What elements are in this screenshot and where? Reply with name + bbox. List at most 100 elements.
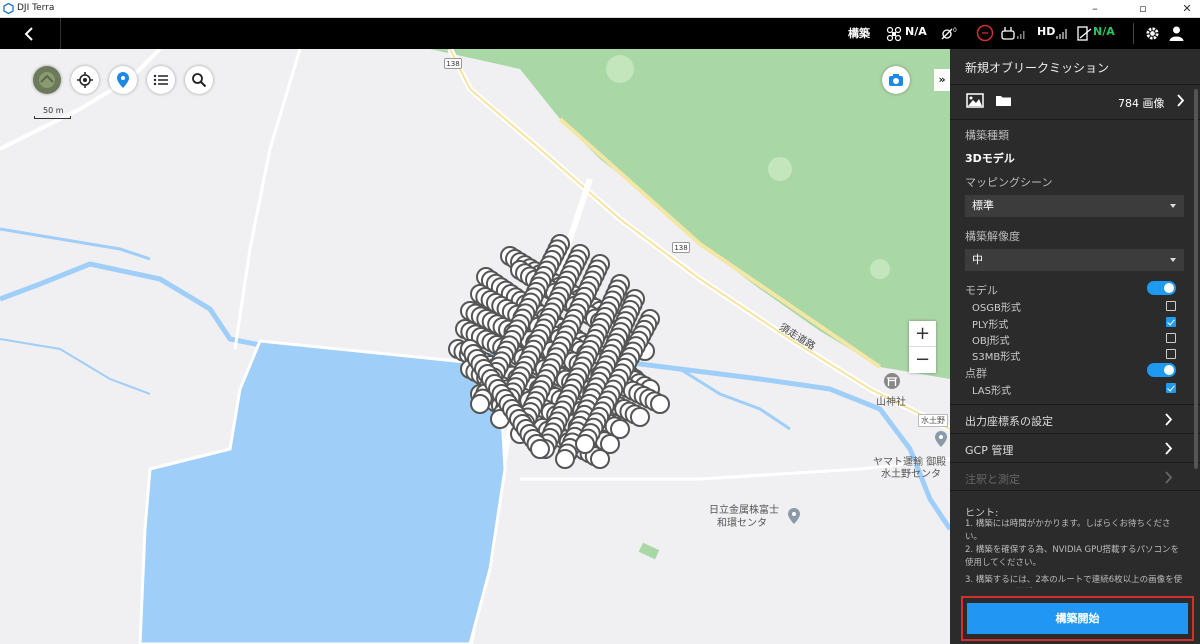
- road-badge: 138: [672, 242, 690, 253]
- resolution-select[interactable]: 中: [965, 249, 1184, 271]
- format-s3mb-checkbox[interactable]: [1166, 349, 1176, 359]
- model-label: モデル: [965, 284, 998, 297]
- gcp-management-label: GCP 管理: [965, 444, 1014, 457]
- hint-item: 1. 構築には時間がかかります。しばらくお待ちください。: [965, 519, 1171, 542]
- hint-item: 3. 構築するには、2本のルートで連続6枚以上の画像を使用することを推奨していま…: [965, 575, 1183, 585]
- format-ply-label: PLY形式: [972, 320, 1009, 331]
- chevron-right-icon: [1165, 442, 1173, 455]
- chevron-left-icon: [24, 27, 33, 41]
- flight-path-point: [590, 449, 610, 469]
- place-label: 和環センタ: [717, 518, 767, 529]
- signal-off-icon: [976, 24, 994, 42]
- place-label: 水土野: [918, 414, 948, 427]
- image-count[interactable]: 784 画像: [1118, 95, 1165, 111]
- list-button[interactable]: [147, 66, 175, 94]
- format-las-checkbox[interactable]: [1166, 383, 1176, 393]
- pointcloud-toggle[interactable]: [1147, 363, 1176, 377]
- format-ply-checkbox[interactable]: [1166, 317, 1176, 327]
- resolution-value: 中: [972, 253, 983, 266]
- caret-down-icon: [1170, 258, 1176, 262]
- coordinate-settings-label: 出力座標系の設定: [965, 415, 1053, 428]
- resolution-label: 構築解像度: [965, 230, 1020, 243]
- road-badge: 138: [444, 58, 462, 69]
- recon-type-value: 3Dモデル: [965, 152, 1015, 165]
- map-pin-button[interactable]: [109, 66, 137, 94]
- signal-bars-icon: [1056, 29, 1067, 39]
- folder-icon[interactable]: [995, 94, 1012, 107]
- model-toggle[interactable]: [1147, 281, 1176, 295]
- flight-path-point: [630, 407, 650, 427]
- satellite-icon: 0: [941, 27, 957, 40]
- flight-path-point: [575, 434, 595, 454]
- pointcloud-label: 点群: [965, 367, 987, 380]
- mission-settings-panel: 新規オブリークミッション 784 画像 構築種類 3Dモデル マッピングシーン …: [950, 49, 1200, 644]
- start-button-highlight: 構築開始: [961, 596, 1194, 641]
- rtk-status: N/A: [1093, 25, 1115, 38]
- remote-controller-icon: [1001, 27, 1025, 40]
- locate-button[interactable]: [71, 66, 99, 94]
- flight-path-point: [470, 394, 490, 414]
- mapping-scene-value: 標準: [972, 199, 994, 212]
- map-view[interactable]: 138 138 須走道路 山神社 水土野 ヤマト運輸 御殿 水土野センタ 日立金…: [0, 49, 950, 644]
- scale-bar: [34, 116, 71, 119]
- drone-status: N/A: [905, 25, 927, 38]
- format-las-label: LAS形式: [972, 386, 1011, 397]
- map-pin-icon: [788, 508, 800, 524]
- shrine-icon: [884, 373, 900, 389]
- format-obj-checkbox[interactable]: [1166, 333, 1176, 343]
- mapping-scene-select[interactable]: 標準: [965, 195, 1184, 217]
- chevron-right-icon: [1165, 471, 1173, 484]
- annotation-label: 注釈と測定: [965, 473, 1020, 486]
- zoom-control: + −: [909, 321, 936, 373]
- zoom-out-button[interactable]: −: [909, 347, 936, 373]
- hint-item: 2. 構築を確保する為、NVIDIA GPU搭載するパソコンを使用してください。: [965, 545, 1179, 568]
- start-reconstruction-button[interactable]: 構築開始: [967, 603, 1188, 634]
- panel-title: 新規オブリークミッション: [950, 49, 1200, 85]
- back-button[interactable]: [0, 18, 61, 49]
- hd-label: HD: [1037, 25, 1056, 38]
- mapping-scene-label: マッピングシーン: [965, 176, 1053, 189]
- format-obj-label: OBJ形式: [972, 336, 1010, 347]
- location-pin-icon: [117, 72, 129, 88]
- format-osgb-label: OSGB形式: [972, 303, 1021, 314]
- svg-text:0: 0: [953, 27, 957, 34]
- shrine-label: 山神社: [876, 397, 906, 408]
- annotation-row[interactable]: 注釈と測定: [950, 462, 1200, 491]
- window-titlebar: DJI Terra – ▫ ✕: [0, 0, 1200, 18]
- drone-icon: [886, 26, 902, 42]
- top-status-bar: 構築 N/A 0 HD N/A: [0, 18, 1200, 49]
- recon-type-label: 構築種類: [965, 129, 1009, 142]
- rtk-icon: [1077, 26, 1092, 41]
- format-s3mb-label: S3MB形式: [972, 352, 1021, 363]
- format-osgb-checkbox[interactable]: [1166, 301, 1176, 311]
- search-button[interactable]: [185, 66, 213, 94]
- maximize-button[interactable]: ▫: [1136, 2, 1150, 16]
- minimize-button[interactable]: –: [1088, 2, 1102, 16]
- window-title: DJI Terra: [17, 3, 55, 13]
- satellite-thumbnail-icon: [39, 72, 55, 88]
- chevron-right-icon: [1165, 413, 1173, 426]
- place-label: 水土野センタ: [881, 469, 941, 480]
- map-pin-icon: [935, 431, 947, 447]
- caret-down-icon: [1170, 204, 1176, 208]
- camera-icon: [889, 74, 903, 86]
- image-icon[interactable]: [966, 93, 984, 108]
- collapse-panel-button[interactable]: »: [934, 69, 950, 91]
- search-icon: [192, 73, 207, 88]
- mode-label: 構築: [848, 27, 870, 40]
- zoom-in-button[interactable]: +: [909, 321, 936, 347]
- map-layer-thumbnail-button[interactable]: [33, 66, 61, 94]
- gear-icon[interactable]: [1145, 26, 1160, 41]
- user-icon[interactable]: [1169, 26, 1184, 41]
- coordinate-settings-row[interactable]: 出力座標系の設定: [950, 404, 1200, 433]
- flight-path-point: [555, 449, 575, 469]
- list-icon: [153, 74, 168, 86]
- crosshair-icon: [77, 72, 93, 88]
- flight-path-point: [650, 394, 670, 414]
- panel-scrollbar[interactable]: [1194, 89, 1198, 469]
- close-button[interactable]: ✕: [1180, 2, 1194, 16]
- hint-title: ヒント:: [965, 508, 999, 519]
- gcp-management-row[interactable]: GCP 管理: [950, 433, 1200, 462]
- chevron-right-icon[interactable]: [1176, 94, 1185, 107]
- camera-button[interactable]: [882, 66, 910, 94]
